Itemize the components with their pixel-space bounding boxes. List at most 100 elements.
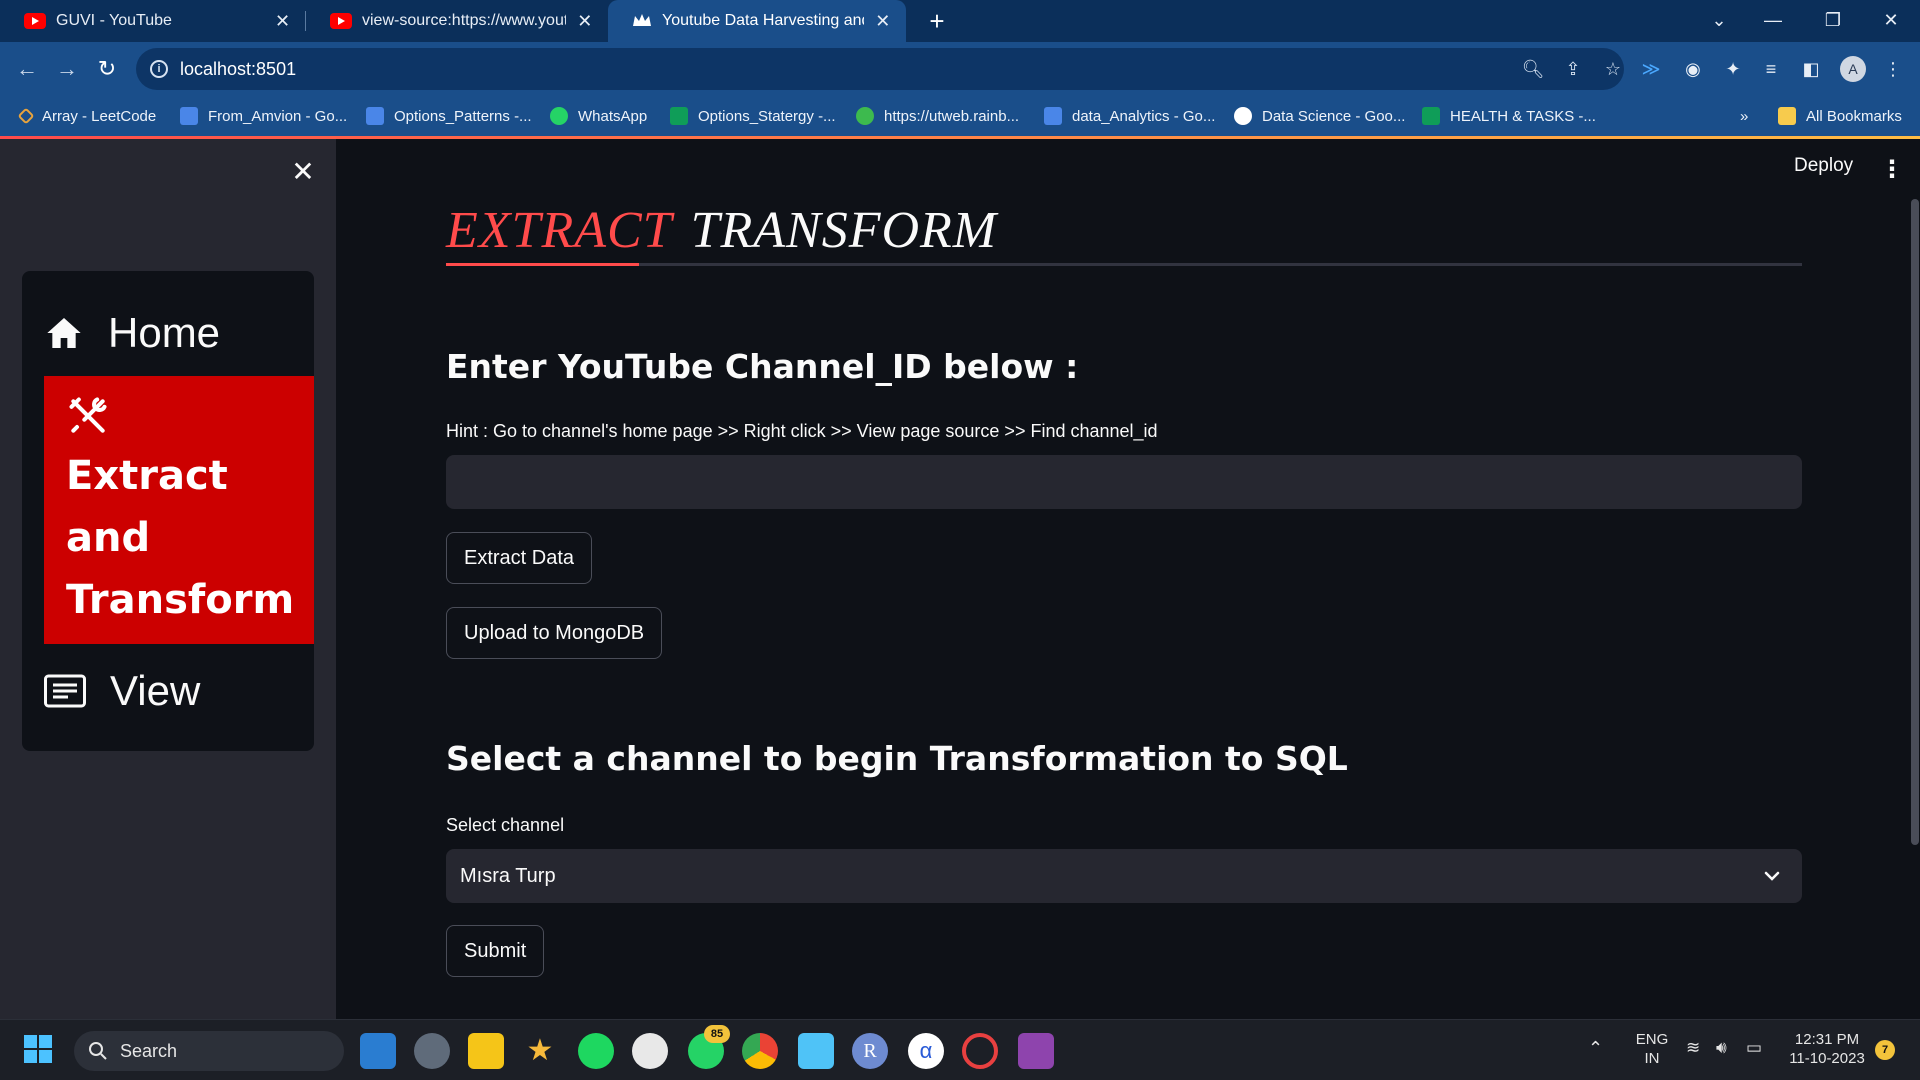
show-hidden-icons-chevron[interactable]: ⌃ — [1588, 1038, 1603, 1059]
menu-item-label-line: Extract — [66, 453, 228, 499]
puzzle-extensions-icon[interactable]: ✦ — [1718, 54, 1748, 84]
extension-icon[interactable]: ◉ — [1678, 54, 1708, 84]
vscode-icon[interactable] — [360, 1033, 396, 1069]
site-info-icon[interactable]: i — [150, 60, 168, 78]
language-indicator[interactable]: ENG IN — [1628, 1030, 1676, 1068]
media-control-icon[interactable]: ≡ — [1756, 54, 1786, 84]
upload-to-mongodb-button[interactable]: Upload to MongoDB — [446, 607, 663, 659]
alpha-app-icon[interactable]: α — [908, 1033, 944, 1069]
star-app-icon[interactable]: ★ — [522, 1033, 558, 1069]
menu-item-view[interactable]: View — [22, 659, 292, 723]
option-menu: Home Extract and Transform View — [22, 271, 314, 751]
bookmark-item[interactable]: Options_Statergy -... — [670, 104, 836, 128]
file-explorer-icon[interactable] — [468, 1033, 504, 1069]
battery-icon[interactable]: ▭ — [1746, 1038, 1762, 1058]
notification-badge[interactable]: 7 — [1875, 1040, 1895, 1060]
tab-youtube-data-harvesting[interactable]: Youtube Data Harvesting and W ✕ — [608, 0, 906, 42]
tab-guvi-youtube[interactable]: GUVI - YouTube ✕ — [0, 0, 306, 42]
forward-arrow-icon[interactable]: → — [50, 52, 84, 86]
menu-item-home[interactable]: Home — [22, 301, 292, 365]
extract-data-button[interactable]: Extract Data — [446, 532, 593, 584]
close-tab-icon[interactable]: ✕ — [273, 11, 292, 32]
bookmark-item[interactable]: HEALTH & TASKS -... — [1422, 104, 1596, 128]
read-aloud-icon[interactable]: ≫ — [1636, 54, 1666, 84]
windows-taskbar: Search ★ 85 R α ⌃ ENG IN ≋ 🔊︎ ▭ 12:31 PM… — [0, 1019, 1920, 1080]
url-text[interactable]: localhost:8501 — [180, 59, 296, 80]
close-sidebar-icon[interactable]: ✕ — [288, 157, 318, 187]
deploy-button[interactable]: Deploy — [1794, 155, 1853, 185]
browser-menu-icon[interactable]: ⋮ — [1878, 54, 1908, 84]
chrome-icon[interactable] — [742, 1033, 778, 1069]
new-tab-button[interactable]: + — [920, 4, 954, 38]
tab-view-source[interactable]: view-source:https://www.youtub ✕ — [306, 0, 608, 42]
r-app-icon[interactable]: R — [852, 1033, 888, 1069]
house-icon — [47, 318, 81, 348]
menu-item-label-line: and — [66, 515, 151, 561]
close-tab-icon[interactable]: ✕ — [874, 11, 892, 32]
bookmark-item[interactable]: WhatsApp — [550, 104, 647, 128]
youtube-icon — [330, 13, 352, 29]
google-sheets-icon — [1422, 107, 1440, 125]
selected-channel-value: Mısra Turp — [460, 864, 556, 887]
tools-icon — [69, 397, 107, 433]
bookmark-star-icon[interactable]: ☆ — [1600, 56, 1626, 82]
bookmark-item[interactable]: From_Amvion - Go... — [180, 104, 347, 128]
restore-window-icon[interactable]: ❐ — [1806, 0, 1860, 42]
notepad-icon[interactable] — [798, 1033, 834, 1069]
close-window-icon[interactable]: ✕ — [1864, 0, 1918, 42]
zoom-icon[interactable]: 🔍︎ — [1520, 56, 1546, 82]
wifi-icon[interactable]: ≋ — [1686, 1038, 1700, 1058]
leetcode-icon — [17, 107, 35, 125]
image-app-icon[interactable] — [1018, 1033, 1054, 1069]
globe-icon — [1234, 107, 1252, 125]
text-document-icon — [44, 674, 86, 708]
clock-app-icon[interactable] — [632, 1033, 668, 1069]
submit-button[interactable]: Submit — [446, 925, 545, 977]
all-bookmarks-button[interactable]: All Bookmarks — [1778, 104, 1902, 128]
search-icon — [89, 1042, 107, 1060]
tab-title: Youtube Data Harvesting and W — [662, 12, 864, 29]
spotify-icon[interactable] — [578, 1033, 614, 1069]
tab-title: view-source:https://www.youtub — [362, 12, 566, 29]
title-part-transform: TRANSFORM — [690, 202, 998, 259]
bookmark-item[interactable]: Array - LeetCode — [17, 104, 156, 128]
share-icon[interactable]: ⇪ — [1560, 56, 1586, 82]
bookmark-item[interactable]: https://utweb.rainb... — [856, 104, 1019, 128]
bookmark-item[interactable]: data_Analytics - Go... — [1044, 104, 1215, 128]
taskbar-search[interactable]: Search — [74, 1031, 344, 1071]
select-channel-label: Select channel — [446, 815, 565, 835]
whatsapp-icon[interactable]: 85 — [688, 1025, 730, 1069]
folder-icon — [1778, 107, 1796, 125]
clock[interactable]: 12:31 PM 11-10-2023 — [1782, 1030, 1872, 1068]
tab-title: GUVI - YouTube — [56, 12, 172, 29]
scrollbar[interactable] — [1911, 199, 1919, 845]
browser-tab-strip: GUVI - YouTube ✕ view-source:https://www… — [0, 0, 1920, 42]
address-bar[interactable]: i localhost:8501 🔍︎ ⇪ ☆ — [136, 48, 1624, 90]
title-divider-accent — [446, 263, 639, 266]
settings-gear-icon[interactable] — [414, 1033, 450, 1069]
streamlit-crown-icon — [632, 13, 652, 29]
minimize-window-icon[interactable]: — — [1746, 0, 1800, 42]
bookmark-item[interactable]: Options_Patterns -... — [366, 104, 532, 128]
menu-item-label: View — [110, 667, 201, 714]
menu-item-extract-transform[interactable]: Extract and Transform — [44, 376, 314, 644]
menu-item-label: Home — [108, 309, 221, 356]
bookmark-item[interactable]: Data Science - Goo... — [1234, 104, 1405, 128]
menu-item-label-line: Transform — [66, 577, 295, 623]
reload-icon[interactable]: ↻ — [90, 52, 124, 86]
google-docs-icon — [1044, 107, 1062, 125]
channel-id-input[interactable] — [446, 455, 1802, 509]
record-icon[interactable] — [962, 1033, 998, 1069]
hint-text: Hint : Go to channel's home page >> Righ… — [446, 421, 1158, 441]
volume-icon[interactable]: 🔊︎ — [1716, 1038, 1727, 1058]
side-panel-icon[interactable]: ◧ — [1796, 54, 1826, 84]
bookmarks-overflow-button[interactable]: » — [1740, 104, 1748, 128]
browser-toolbar: ← → ↻ i localhost:8501 🔍︎ ⇪ ☆ ≫ ◉ ✦ ≡ ◧ … — [0, 42, 1920, 96]
channel-select[interactable]: Mısra Turp — [446, 849, 1802, 903]
tab-search-chevron-icon[interactable]: ⌄ — [1692, 0, 1746, 42]
back-arrow-icon[interactable]: ← — [10, 52, 44, 86]
windows-start-icon[interactable] — [22, 1033, 58, 1069]
close-tab-icon[interactable]: ✕ — [576, 11, 595, 32]
profile-avatar[interactable]: A — [1840, 56, 1866, 82]
main-menu-icon[interactable]: ⋮ — [1880, 155, 1904, 185]
